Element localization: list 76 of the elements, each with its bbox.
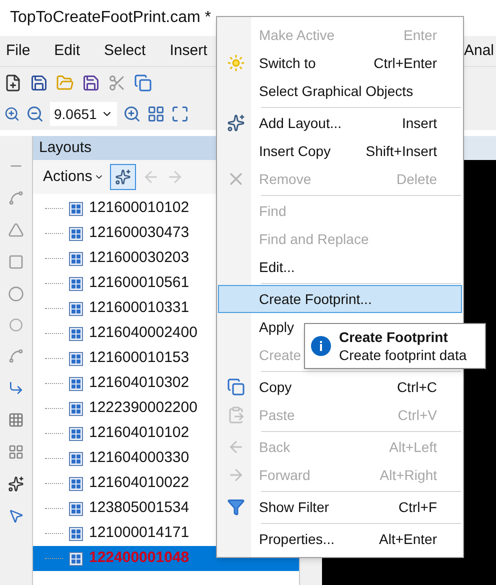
zoom-out-icon[interactable] — [26, 105, 44, 123]
layout-icon — [69, 276, 83, 290]
curve-icon[interactable] — [8, 190, 24, 206]
circle-icon[interactable] — [8, 286, 24, 302]
menu-item[interactable]: Add Layout... Insert — [218, 109, 462, 137]
layout-icon — [69, 476, 83, 490]
toggle-button[interactable] — [110, 164, 136, 190]
tree-item-label: 121604010022 — [89, 473, 190, 494]
menu-bar-item[interactable]: Anal — [464, 40, 496, 62]
save-icon[interactable] — [82, 74, 100, 92]
path-icon[interactable] — [8, 348, 24, 364]
layout-icon — [69, 226, 83, 240]
fit-icon[interactable] — [146, 105, 165, 123]
menu-bar-item[interactable]: Edit — [54, 40, 80, 62]
filter-icon — [227, 498, 245, 516]
pattern-icon[interactable] — [8, 444, 24, 460]
save-icon[interactable] — [30, 74, 48, 92]
extents-icon[interactable] — [170, 105, 189, 123]
menu-bar-item[interactable]: File — [6, 40, 30, 62]
copy-icon[interactable] — [134, 74, 152, 92]
menu-item[interactable]: Select Graphical Objects — [218, 77, 462, 105]
layout-icon — [69, 326, 83, 340]
layout-icon — [69, 526, 83, 540]
sparkles-icon — [115, 169, 132, 185]
tree-item-label: 123805001534 — [89, 498, 190, 518]
layout-icon — [69, 302, 83, 316]
new-file-icon[interactable] — [4, 74, 22, 92]
menu-bar-item[interactable]: Insert — [170, 40, 208, 62]
tree-item-label: 121600030473 — [89, 223, 190, 244]
zoom-in-icon[interactable] — [122, 105, 141, 123]
layout-icon — [69, 376, 83, 390]
tooltip-text: Create footprint data — [339, 346, 467, 364]
layout-icon — [69, 452, 83, 466]
tree-item-label: 1216040002400 — [89, 323, 198, 344]
layout-icon — [69, 426, 83, 440]
layout-icon — [69, 252, 83, 266]
menu-item[interactable]: Edit... — [218, 253, 462, 281]
tree-item-label: 122400001048 — [89, 548, 190, 568]
tree-item-label: 121600030203 — [89, 248, 190, 268]
window-title: TopToCreateFootPrint.cam * — [10, 8, 211, 28]
tree-item-label: 121604010302 — [89, 373, 190, 394]
menu-item[interactable]: Switch to Ctrl+Enter — [218, 49, 462, 77]
tree-item-label: 121604010102 — [89, 423, 190, 444]
layout-icon — [69, 402, 83, 416]
sun-icon — [227, 54, 245, 72]
tree-item-label: 121600010331 — [89, 298, 190, 318]
tooltip-title: Create Footprint — [339, 328, 449, 346]
actions-button[interactable]: Actions — [43, 166, 104, 188]
right-arrow-icon — [227, 466, 245, 484]
tree-item-label: 121600010561 — [89, 273, 190, 294]
cut-icon[interactable] — [108, 74, 126, 92]
tree-item-label: 121000014171 — [89, 523, 190, 544]
tree-item-label: 121604000330 — [89, 448, 190, 468]
sparkles-icon — [227, 114, 245, 132]
tree-item-label: 121600010153 — [89, 348, 190, 368]
paste-icon — [227, 406, 245, 424]
corner-icon[interactable] — [8, 380, 24, 396]
menu-item[interactable]: Show Filter Ctrl+F — [218, 493, 462, 521]
layout-icon — [69, 352, 83, 366]
menu-item[interactable]: Copy Ctrl+C — [218, 373, 462, 401]
layout-icon — [69, 502, 83, 516]
grid-icon[interactable] — [8, 412, 24, 428]
tree-item-label: 1222390002200 — [89, 398, 198, 418]
layout-icon — [69, 202, 83, 216]
pointer-icon[interactable] — [8, 508, 24, 524]
menu-bar-item[interactable]: Select — [104, 40, 146, 62]
zoom-icon[interactable] — [4, 106, 20, 122]
shape-icon[interactable] — [8, 222, 24, 238]
menu-item[interactable]: Create Footprint... — [218, 285, 462, 313]
layout-icon — [69, 552, 83, 566]
zoom-field[interactable]: 9.0651 — [50, 102, 117, 126]
sparkles-icon[interactable] — [8, 476, 24, 492]
info-icon — [311, 336, 331, 356]
tree-item-label: 121600010102 — [89, 198, 190, 218]
rectangle-icon[interactable] — [8, 254, 24, 270]
copy-icon — [227, 378, 245, 396]
